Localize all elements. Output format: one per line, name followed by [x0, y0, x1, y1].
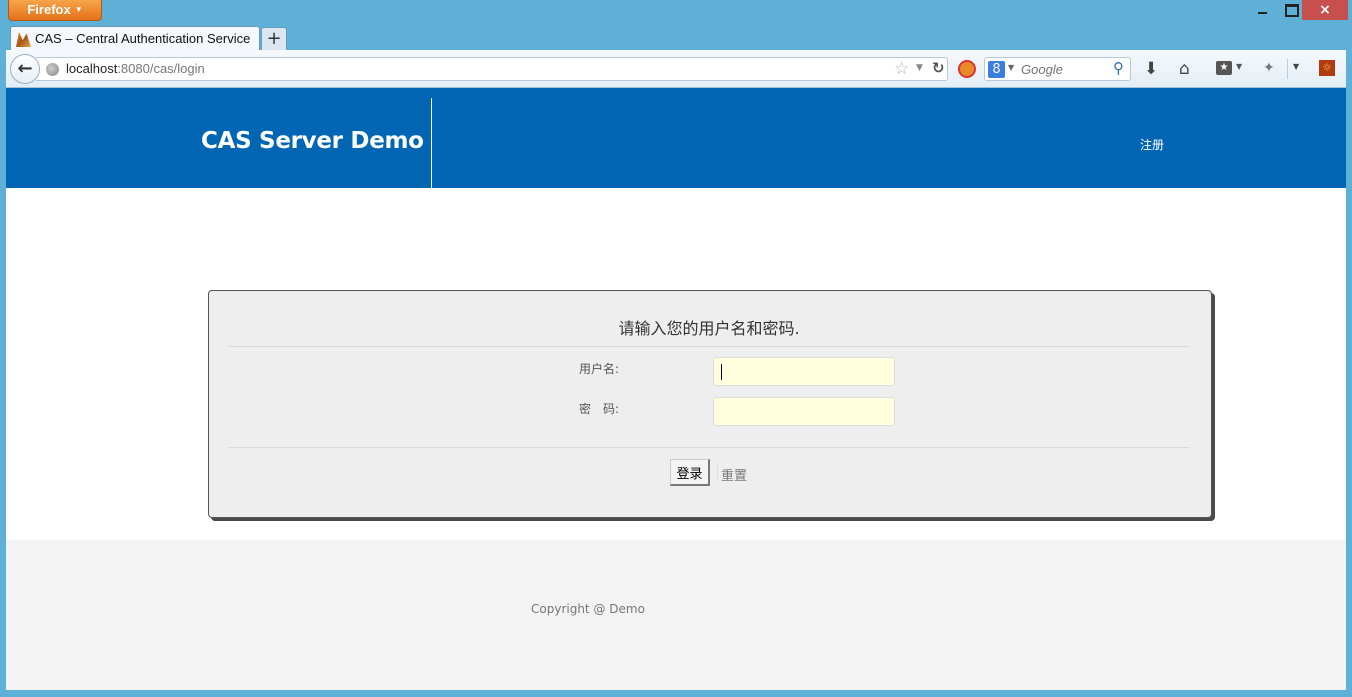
tab-strip: CAS – Central Authentication Service +: [0, 24, 1352, 52]
divider: [229, 346, 1189, 347]
plus-icon: +: [266, 28, 282, 49]
tab-cas-login[interactable]: CAS – Central Authentication Service: [10, 26, 260, 52]
password-field[interactable]: [713, 397, 895, 426]
url-path: :8080/cas/login: [117, 61, 205, 76]
navigation-toolbar: localhost:8080/cas/login ☆ ▼ ↻ ← 8 ▼ ⚲ ⬇…: [6, 50, 1346, 88]
maximize-button[interactable]: [1278, 0, 1304, 20]
page-viewport: CAS Server Demo 注册 请输入您的用户名和密码. 用户名: 密 码…: [6, 88, 1346, 690]
addon-block-icon[interactable]: [958, 60, 976, 78]
new-tab-button[interactable]: +: [261, 27, 287, 50]
site-brand: CAS Server Demo: [201, 128, 424, 154]
back-arrow-icon: ←: [17, 58, 33, 79]
divider: [229, 447, 1189, 448]
copyright-text: Copyright @ Demo: [531, 602, 645, 616]
firefox-menu-button[interactable]: Firefox ▼: [8, 0, 102, 21]
firefox-menu-label: Firefox: [27, 2, 71, 17]
download-icon[interactable]: ⬇: [1144, 59, 1158, 79]
window-titlebar: Firefox ▼ ×: [0, 0, 1352, 24]
login-title: 请输入您的用户名和密码.: [618, 319, 800, 338]
site-header: CAS Server Demo 注册: [6, 88, 1346, 188]
url-host: localhost: [66, 61, 118, 76]
google-engine-icon[interactable]: 8: [988, 61, 1005, 78]
chevron-down-icon[interactable]: ▼: [1293, 62, 1299, 71]
password-label: 密 码:: [579, 402, 620, 416]
close-button[interactable]: ×: [1302, 0, 1348, 20]
bookmark-star-icon[interactable]: ☆: [894, 59, 909, 79]
search-box[interactable]: 8 ▼ ⚲: [984, 57, 1131, 81]
tab-title: CAS – Central Authentication Service: [35, 31, 251, 46]
login-button[interactable]: 登录: [670, 459, 710, 486]
url-text[interactable]: localhost:8080/cas/login: [66, 61, 205, 76]
history-dropdown-icon[interactable]: ▼: [916, 63, 923, 73]
text-cursor: [721, 364, 722, 380]
chevron-down-icon[interactable]: ▼: [1236, 62, 1242, 71]
username-field[interactable]: [713, 357, 895, 386]
site-footer: Copyright @ Demo: [6, 540, 1346, 690]
reset-button[interactable]: 重置: [721, 465, 747, 484]
back-button[interactable]: ←: [10, 54, 40, 84]
search-icon[interactable]: ⚲: [1113, 59, 1124, 77]
addon-sun-icon[interactable]: ☼: [1319, 60, 1335, 76]
button-separator: [717, 462, 718, 482]
url-bar[interactable]: localhost:8080/cas/login ☆ ▼ ↻: [36, 57, 948, 81]
addon-fly-icon[interactable]: ✦: [1263, 60, 1275, 76]
home-icon[interactable]: ⌂: [1179, 59, 1190, 79]
chevron-down-icon[interactable]: ▼: [1008, 63, 1014, 72]
bookmarks-icon[interactable]: ★: [1216, 61, 1232, 75]
minimize-button[interactable]: [1248, 0, 1276, 20]
chevron-down-icon: ▼: [74, 5, 83, 14]
register-link[interactable]: 注册: [1140, 136, 1164, 153]
header-divider: [431, 98, 432, 188]
reload-icon[interactable]: ↻: [932, 59, 945, 77]
cas-favicon-icon: [16, 32, 31, 47]
search-input[interactable]: [1021, 60, 1109, 78]
close-icon: ×: [1319, 2, 1331, 18]
globe-icon: [46, 63, 59, 76]
username-label: 用户名:: [579, 362, 620, 376]
toolbar-separator: [1287, 59, 1288, 79]
login-panel: 请输入您的用户名和密码. 用户名: 密 码: 登录 重置: [208, 290, 1212, 518]
